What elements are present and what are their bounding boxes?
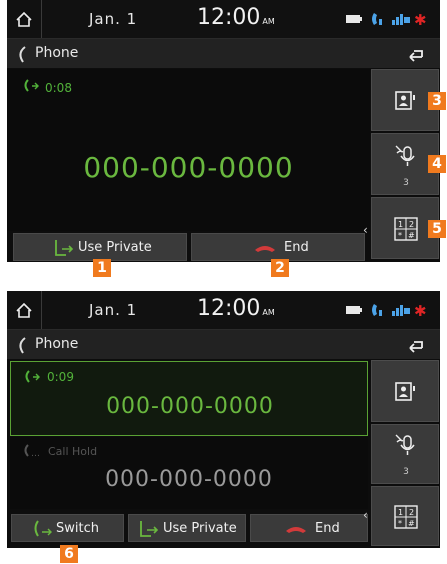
bluetooth-phone-icon bbox=[372, 13, 382, 25]
active-phone-number: 000-000-0000 bbox=[106, 394, 274, 419]
status-bar: Jan. 1 12:00 AM ✱ bbox=[7, 0, 440, 39]
phone-screen-two-calls: Jan. 1 12:00 AM ✱ Phone 0:09 000-000-0000 bbox=[7, 291, 440, 548]
status-date: Jan. 1 bbox=[89, 301, 138, 319]
switch-button[interactable]: Switch bbox=[11, 514, 124, 542]
back-button[interactable] bbox=[406, 336, 426, 354]
svg-text:1: 1 bbox=[398, 508, 403, 517]
end-call-label: End bbox=[315, 521, 340, 536]
hold-phone-number: 000-000-0000 bbox=[105, 467, 273, 492]
home-button[interactable] bbox=[7, 0, 42, 38]
use-private-label: Use Private bbox=[78, 240, 152, 255]
home-icon bbox=[16, 11, 32, 27]
call-display: 0:08 000-000-0000 bbox=[7, 69, 370, 231]
home-icon bbox=[16, 302, 32, 318]
end-call-button[interactable]: End bbox=[191, 233, 365, 261]
end-call-button[interactable]: End bbox=[250, 514, 368, 542]
end-call-icon bbox=[255, 246, 275, 252]
contacts-button[interactable] bbox=[371, 360, 439, 422]
marker-4: 4 bbox=[428, 155, 446, 173]
signal-icon bbox=[392, 305, 410, 316]
status-date: Jan. 1 bbox=[89, 10, 138, 28]
mic-mute-icon bbox=[395, 145, 415, 166]
keypad-icon: 1 2 * # bbox=[394, 217, 418, 241]
marker-5: 5 bbox=[428, 220, 446, 238]
svg-text:#: # bbox=[408, 231, 415, 240]
svg-text:✱: ✱ bbox=[414, 11, 427, 28]
hold-call-icon: … bbox=[24, 444, 40, 458]
mic-volume-level: 3 bbox=[403, 178, 409, 188]
contacts-icon bbox=[395, 91, 415, 110]
use-private-icon bbox=[140, 521, 159, 537]
svg-text:1: 1 bbox=[398, 220, 403, 229]
mic-mute-button[interactable]: 3 bbox=[371, 424, 439, 484]
alert-icon: ✱ bbox=[414, 11, 427, 29]
hold-call-panel[interactable]: … Call Hold 000-000-0000 bbox=[10, 437, 368, 509]
svg-text:2: 2 bbox=[409, 508, 414, 517]
marker-3: 3 bbox=[428, 92, 446, 110]
svg-text:…: … bbox=[31, 449, 40, 458]
phone-number: 000-000-0000 bbox=[83, 151, 294, 184]
marker-1: 1 bbox=[93, 259, 111, 277]
use-private-button[interactable]: Use Private bbox=[128, 514, 246, 542]
status-time: 12:00 AM bbox=[197, 296, 275, 321]
marker-2: 2 bbox=[271, 259, 289, 277]
switch-call-icon bbox=[34, 520, 52, 537]
keypad-button[interactable]: 1 2 * # bbox=[371, 486, 439, 546]
page-title: Phone bbox=[35, 45, 79, 61]
active-call-panel[interactable]: 0:09 000-000-0000 bbox=[10, 361, 368, 436]
alert-icon: ✱ bbox=[414, 302, 427, 320]
phone-icon bbox=[19, 337, 26, 354]
back-button[interactable] bbox=[406, 45, 426, 63]
battery-icon bbox=[346, 15, 362, 23]
title-bar: Phone bbox=[7, 330, 440, 359]
active-call-icon bbox=[24, 79, 39, 92]
chevron-left-icon[interactable]: ‹ bbox=[363, 508, 368, 522]
page-title: Phone bbox=[35, 336, 79, 352]
svg-text:#: # bbox=[408, 519, 415, 528]
svg-text:2: 2 bbox=[409, 220, 414, 229]
call-duration: 0:09 bbox=[47, 370, 74, 384]
call-hold-label: Call Hold bbox=[48, 445, 98, 458]
svg-text:*: * bbox=[398, 519, 402, 528]
mic-volume-level: 3 bbox=[403, 467, 409, 477]
use-private-icon bbox=[55, 240, 74, 256]
call-duration: 0:08 bbox=[45, 81, 72, 95]
status-bar: Jan. 1 12:00 AM ✱ bbox=[7, 291, 440, 330]
active-call-icon bbox=[25, 370, 40, 383]
svg-text:✱: ✱ bbox=[414, 302, 427, 319]
marker-6: 6 bbox=[60, 545, 78, 563]
status-time: 12:00 AM bbox=[197, 5, 275, 30]
bluetooth-phone-icon bbox=[372, 304, 382, 316]
chevron-left-icon[interactable]: ‹ bbox=[363, 223, 368, 237]
phone-screen-single-call: Jan. 1 12:00 AM ✱ Phone 0:08 000-000-0000 bbox=[7, 0, 440, 262]
status-icons: ✱ bbox=[342, 10, 432, 29]
status-icons: ✱ bbox=[342, 301, 432, 320]
phone-icon bbox=[19, 46, 26, 63]
svg-text:*: * bbox=[398, 231, 402, 240]
use-private-label: Use Private bbox=[163, 521, 237, 536]
signal-icon bbox=[392, 14, 410, 25]
end-call-icon bbox=[286, 527, 306, 533]
battery-icon bbox=[346, 306, 362, 314]
end-call-label: End bbox=[284, 240, 309, 255]
home-button[interactable] bbox=[7, 291, 42, 329]
use-private-button[interactable]: Use Private bbox=[13, 233, 187, 261]
mic-mute-icon bbox=[395, 434, 415, 455]
switch-label: Switch bbox=[56, 521, 99, 536]
keypad-icon: 1 2 * # bbox=[394, 505, 418, 529]
contacts-icon bbox=[395, 382, 415, 401]
title-bar: Phone bbox=[7, 39, 440, 68]
